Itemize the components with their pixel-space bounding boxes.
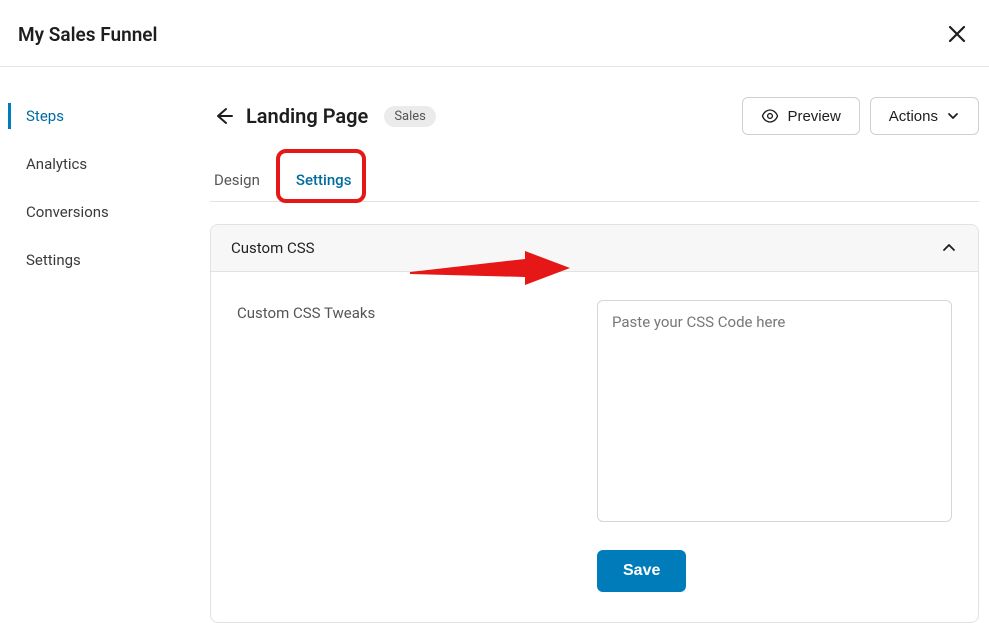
page-title: Landing Page [246,104,368,128]
save-label: Save [623,562,660,579]
topbar: My Sales Funnel [0,0,989,67]
tabs: Design Settings [210,163,979,202]
main-content: Landing Page Sales Preview Actions Desig… [180,67,989,623]
sidebar: Steps Analytics Conversions Settings [0,67,180,623]
field-label-custom-css: Custom CSS Tweaks [237,300,577,592]
sidebar-item-label: Analytics [26,155,87,173]
actions-button[interactable]: Actions [870,97,979,135]
header-right: Preview Actions [742,97,979,135]
sidebar-item-steps[interactable]: Steps [8,97,180,135]
arrow-left-icon [212,105,234,127]
sidebar-item-conversions[interactable]: Conversions [8,193,180,231]
eye-icon [761,107,779,125]
sidebar-item-label: Steps [26,107,64,125]
chevron-up-icon [940,239,958,257]
header-left: Landing Page Sales [210,103,436,129]
tab-design[interactable]: Design [210,163,264,201]
layout: Steps Analytics Conversions Settings Lan… [0,67,989,623]
sidebar-item-label: Conversions [26,203,109,221]
app-title: My Sales Funnel [18,23,157,46]
custom-css-panel: Custom CSS Custom CSS Tweaks Save [210,224,979,623]
back-button[interactable] [210,103,236,129]
preview-label: Preview [787,108,840,125]
panel-header[interactable]: Custom CSS [211,225,978,272]
custom-css-textarea[interactable] [597,300,952,522]
actions-label: Actions [889,108,938,125]
tab-label: Design [214,171,260,189]
close-icon [947,24,967,44]
tab-settings[interactable]: Settings [292,163,356,201]
save-button[interactable]: Save [597,550,686,592]
preview-button[interactable]: Preview [742,97,859,135]
tabs-wrap: Design Settings [210,163,979,202]
page-badge: Sales [384,106,436,127]
sidebar-item-analytics[interactable]: Analytics [8,145,180,183]
field-input-wrap: Save [597,300,952,592]
close-button[interactable] [943,20,971,48]
tab-label: Settings [296,171,352,189]
chevron-down-icon [946,109,960,123]
page-header: Landing Page Sales Preview Actions [210,97,979,135]
sidebar-item-label: Settings [26,251,81,269]
panel-title: Custom CSS [231,239,315,257]
sidebar-item-settings[interactable]: Settings [8,241,180,279]
panel-body: Custom CSS Tweaks Save [211,272,978,622]
